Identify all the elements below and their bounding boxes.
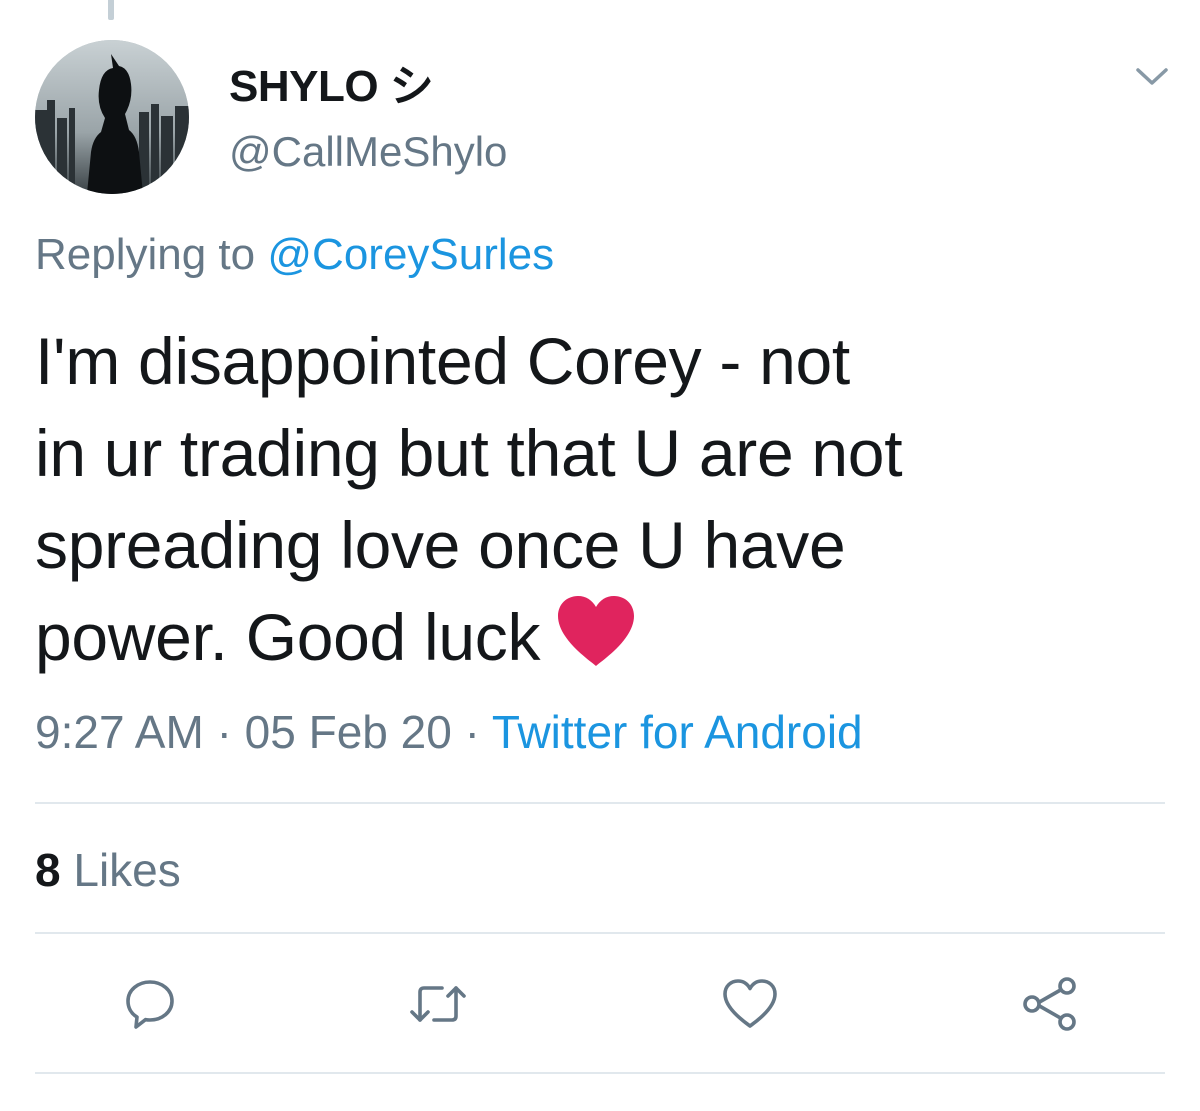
author-display-name[interactable]: SHYLO シ	[229, 50, 434, 114]
tweet-text-line: power. Good luck	[35, 600, 541, 674]
tweet-text-line: in ur trading but that U are not	[35, 416, 903, 490]
replying-to: Replying to @CoreySurles	[35, 230, 554, 280]
meta-separator: ·	[464, 706, 480, 758]
tweet-text-line: spreading love once U have	[35, 508, 846, 582]
tweet-text-line: I'm disappointed Corey - not	[35, 324, 850, 398]
tweet-text-line-with-emoji: power. Good luck	[35, 591, 1095, 691]
author-handle[interactable]: @CallMeShylo	[229, 128, 507, 176]
likes-label: Likes	[73, 844, 181, 896]
likes-count: 8	[35, 844, 61, 896]
retweet-button[interactable]	[406, 972, 470, 1036]
meta-separator: ·	[216, 706, 232, 758]
more-options-button[interactable]	[1124, 52, 1180, 102]
red-heart-emoji-icon	[554, 594, 638, 691]
replying-to-label: Replying to	[35, 230, 256, 279]
tweet-time: 9:27 AM	[35, 706, 204, 758]
like-button[interactable]	[718, 972, 782, 1036]
retweet-icon	[410, 986, 466, 1022]
divider	[35, 1072, 1165, 1074]
tweet-metadata: 9:27 AM · 05 Feb 20 · Twitter for Androi…	[35, 705, 863, 759]
share-icon	[1023, 977, 1076, 1031]
like-icon	[723, 979, 777, 1028]
thread-connector-line	[108, 0, 114, 20]
share-button[interactable]	[1018, 972, 1082, 1036]
avatar[interactable]	[35, 40, 189, 194]
chevron-down-icon	[1136, 68, 1168, 85]
reply-button[interactable]	[118, 972, 182, 1036]
divider	[35, 932, 1165, 934]
tweet-source-link[interactable]: Twitter for Android	[492, 706, 863, 758]
reply-mention-link[interactable]: @CoreySurles	[267, 230, 554, 279]
tweet-text: I'm disappointed Corey - not in ur tradi…	[35, 315, 1095, 691]
avatar-image	[35, 40, 189, 194]
reply-icon	[126, 980, 174, 1029]
divider	[35, 802, 1165, 804]
likes-stat[interactable]: 8 Likes	[35, 843, 181, 897]
tweet-date: 05 Feb 20	[244, 706, 452, 758]
